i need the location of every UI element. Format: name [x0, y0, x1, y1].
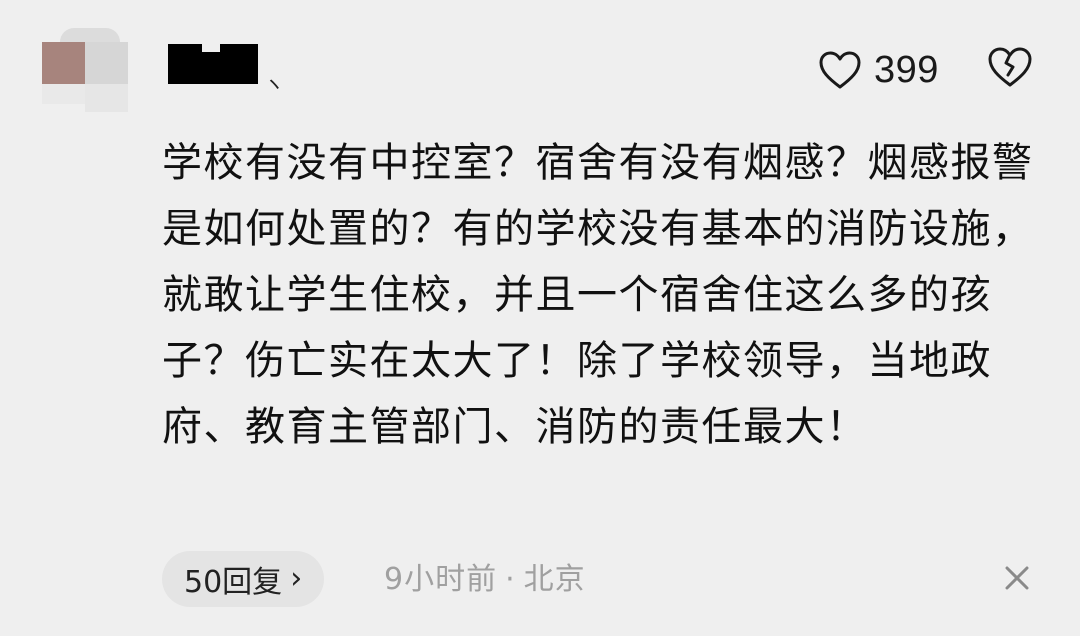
meta-separator: ·	[505, 562, 516, 597]
chevron-right-icon: ›	[290, 561, 303, 596]
like-count: 399	[874, 48, 939, 91]
username-tail: ヽ	[264, 72, 284, 96]
comment-meta: 9小时前 · 北京	[384, 558, 586, 602]
broken-heart-icon	[987, 47, 1033, 92]
replies-label: 50回复	[184, 565, 283, 600]
close-button[interactable]	[1002, 563, 1032, 593]
avatar-pixel	[60, 28, 120, 42]
heart-outline-icon	[818, 50, 862, 90]
replies-button[interactable]: 50回复 ›	[162, 551, 325, 607]
like-button[interactable]: 399	[818, 44, 939, 96]
avatar-pixel	[85, 84, 128, 112]
close-icon	[1002, 566, 1032, 597]
redaction-notch	[202, 44, 220, 52]
avatar[interactable]	[42, 28, 128, 112]
username-redacted[interactable]: ヽ	[168, 44, 284, 94]
dislike-button[interactable]	[987, 46, 1033, 92]
comment-card: ヽ 399 学校有没有中控室？宿舍有没有烟感？烟感报警是如何处置的？有的学校没有…	[0, 0, 1080, 636]
avatar-pixel	[42, 42, 85, 84]
comment-text: 学校有没有中控室？宿舍有没有烟感？烟感报警是如何处置的？有的学校没有基本的消防设…	[162, 140, 1034, 450]
comment-location: 北京	[523, 562, 586, 597]
avatar-pixel	[42, 84, 85, 104]
comment-time: 9小时前	[384, 562, 498, 597]
avatar-pixel	[85, 42, 128, 84]
